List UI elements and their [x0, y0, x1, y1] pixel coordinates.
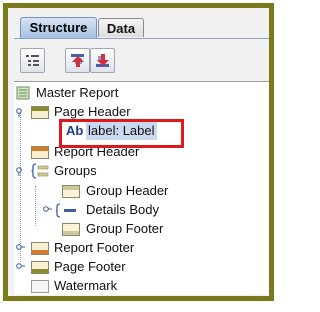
band-icon: [62, 185, 80, 198]
tab-data[interactable]: Data: [98, 18, 144, 37]
tree-label: Group Footer: [86, 221, 164, 236]
tree-label: Master Report: [36, 85, 119, 100]
details-body-icon: [56, 203, 76, 218]
tree-label: Watermark: [54, 278, 118, 293]
band-icon: [31, 146, 49, 159]
structure-tree: Master Report Page Header Ab label: Labe…: [14, 82, 269, 295]
move-up-icon: [71, 54, 84, 67]
tree-label: Page Footer: [54, 259, 126, 274]
highlight-annotation-box: [59, 119, 184, 148]
tree-connector: [35, 186, 36, 226]
band-icon: [62, 223, 80, 236]
report-icon: [16, 86, 30, 100]
move-down-button[interactable]: [90, 48, 115, 73]
move-up-button[interactable]: [65, 48, 90, 73]
watermark-icon: [31, 280, 49, 293]
expand-toggle-icon[interactable]: [16, 108, 25, 118]
band-icon: [31, 106, 49, 119]
list-view-button[interactable]: [20, 48, 45, 73]
expand-toggle-icon[interactable]: [43, 206, 52, 216]
expand-toggle-icon[interactable]: [16, 263, 25, 273]
band-icon: [31, 261, 49, 274]
band-icon: [31, 242, 49, 255]
expand-toggle-icon[interactable]: [16, 244, 25, 254]
expand-toggle-icon[interactable]: [16, 167, 25, 177]
list-view-icon: [26, 55, 39, 66]
groups-icon: [31, 163, 49, 179]
tab-bar: Structure Data: [14, 16, 269, 39]
tree-connector: [20, 112, 21, 262]
move-down-icon: [96, 54, 109, 67]
tab-structure[interactable]: Structure: [20, 17, 97, 38]
toolbar: [14, 39, 269, 82]
tree-label: Report Footer: [54, 240, 135, 255]
tree-label: Details Body: [86, 202, 159, 217]
tree-label: Groups: [54, 163, 97, 178]
tree-label: Group Header: [86, 183, 169, 198]
